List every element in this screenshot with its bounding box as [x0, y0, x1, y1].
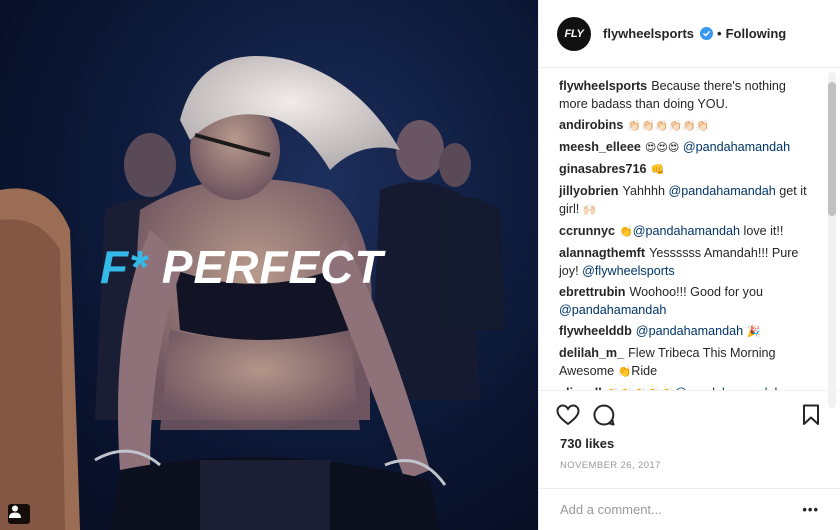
comment-text: Woohoo!!! Good for you — [629, 285, 763, 299]
emoji: 🙌🏻 — [582, 203, 597, 216]
comment-item: jillyobrien Yahhhh @pandahamandah get it … — [559, 182, 818, 219]
comment-username[interactable]: alannagthemft — [559, 246, 645, 260]
heart-icon[interactable] — [555, 402, 581, 428]
mention-link[interactable]: @pandahamandah — [636, 324, 743, 338]
mention-link[interactable]: @pandahamandah — [683, 140, 790, 154]
emoji: 👏🏻👏🏻👏🏻👏🏻👏🏻👏🏻 — [627, 119, 710, 132]
emoji: 😍😍😍 — [644, 141, 680, 154]
comment-item: flywheelddb @pandahamandah 🎉 — [559, 322, 818, 341]
verified-badge-icon — [700, 27, 714, 40]
comment-username[interactable]: andirobins — [559, 118, 623, 132]
comment-item: delilah_m_ Flew Tribeca This Morning Awes… — [559, 344, 818, 381]
comment-username[interactable]: jillyobrien — [559, 184, 618, 198]
comment-username[interactable]: ccrunnyc — [559, 224, 615, 238]
comment-text: Yahhhh — [622, 184, 669, 198]
comment-username[interactable]: ebrettrubin — [559, 285, 625, 299]
more-options-button[interactable]: ••• — [802, 502, 819, 517]
mention-link[interactable]: @flywheelsports — [582, 264, 675, 278]
emoji: 👏 — [617, 365, 632, 378]
comment-bubble-icon[interactable] — [591, 402, 617, 428]
emoji: 🎉 — [746, 325, 761, 338]
add-comment-input[interactable] — [560, 502, 790, 517]
comment-item: ccrunnyc 👏@pandahamandah love it!! — [559, 222, 818, 241]
user-tag-icon[interactable] — [8, 504, 30, 524]
header-separator: • — [717, 26, 722, 41]
caption-username[interactable]: flywheelsports — [559, 79, 647, 93]
overlay-prefix: F* — [100, 241, 148, 293]
comment-item: ginasabres716 👊 — [559, 160, 818, 179]
comment-item: andirobins 👏🏻👏🏻👏🏻👏🏻👏🏻👏🏻 — [559, 116, 818, 135]
comment-item: alannagthemft Yessssss Amandah!!! Pure jo… — [559, 244, 818, 280]
comment-text: Ride — [631, 364, 658, 378]
post-sidebar: FLY flywheelsports • Following flywheels… — [538, 0, 840, 530]
post-date: NOVEMBER 26, 2017 — [560, 460, 661, 471]
mention-link[interactable]: @pandahamandah — [668, 184, 775, 198]
avatar[interactable]: FLY — [557, 16, 591, 51]
add-comment-bar: ••• — [539, 488, 840, 530]
comment-item: elinsell 👏👏👏👏👏@pandahamandah — [559, 384, 818, 390]
following-button[interactable]: Following — [726, 26, 787, 41]
mention-link[interactable]: @pandahamandah — [559, 303, 666, 317]
likes-count[interactable]: 730 likes — [539, 430, 840, 454]
comment-username[interactable]: ginasabres716 — [559, 162, 647, 176]
comment-username[interactable]: delilah_m_ — [559, 346, 624, 360]
comment-username[interactable]: flywheelddb — [559, 324, 632, 338]
avatar-text: FLY — [564, 27, 584, 40]
comments-list[interactable]: flywheelsports Because there's nothing mo… — [539, 68, 840, 390]
post-image[interactable]: F* PERFECT — [0, 0, 538, 530]
image-overlay-text: F* PERFECT — [100, 240, 383, 294]
header-username[interactable]: flywheelsports — [603, 26, 694, 41]
emoji: 👊 — [650, 163, 665, 176]
post-header: FLY flywheelsports • Following — [539, 0, 840, 68]
comment-item: ebrettrubin Woohoo!!! Good for you @panda… — [559, 283, 818, 319]
action-bar — [539, 390, 840, 430]
comment-username[interactable]: elinsell — [559, 386, 602, 390]
comment-text: love it!! — [740, 224, 784, 238]
comment-items: andirobins 👏🏻👏🏻👏🏻👏🏻👏🏻👏🏻 meesh_elleee 😍😍😍 @p… — [559, 116, 818, 390]
emoji: 👏👏👏👏👏 — [606, 387, 674, 390]
caption: flywheelsports Because there's nothing mo… — [559, 77, 818, 113]
bookmark-icon[interactable] — [798, 402, 824, 428]
mention-link[interactable]: @pandahamandah — [674, 386, 781, 390]
overlay-word: PERFECT — [161, 241, 384, 293]
comment-username[interactable]: meesh_elleee — [559, 140, 641, 154]
emoji: 👏 — [619, 225, 633, 238]
mention-link[interactable]: @pandahamandah — [633, 224, 740, 238]
comment-item: meesh_elleee 😍😍😍 @pandahamandah — [559, 138, 818, 157]
scrollbar-thumb[interactable] — [828, 82, 836, 216]
instagram-post: F* PERFECT FLY flywheelsports • Followin… — [0, 0, 840, 530]
